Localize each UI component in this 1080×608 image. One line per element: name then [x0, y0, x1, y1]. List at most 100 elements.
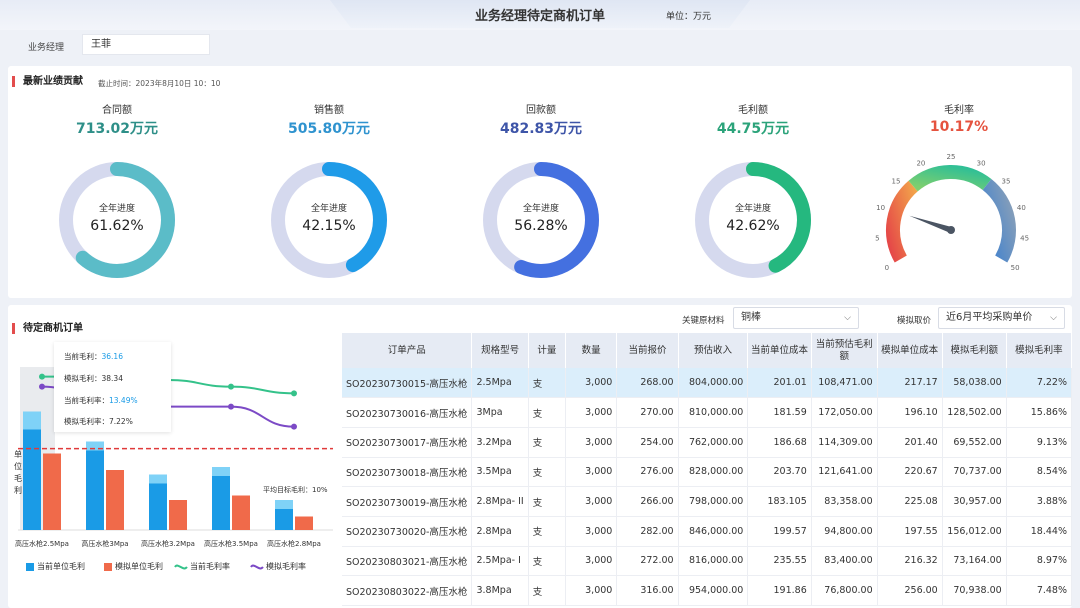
table-cell: 73,164.00 [942, 546, 1007, 577]
gauge-band [908, 165, 992, 192]
table-cell: 7.22% [1006, 368, 1073, 399]
chart-legend: 当前单位毛利 模拟单位毛利 当前毛利率 模拟毛利率 [22, 561, 342, 575]
table-cell: 2.8Mpa- II [471, 486, 529, 517]
donut-caption: 全年进度 [734, 204, 771, 214]
table-cell: 支 [528, 368, 566, 399]
table-header-row: 订单产品 规格型号 计量 数量 当前报价 预估收入 当前单位成本 当前预估毛利额… [342, 333, 1073, 368]
kpi-value: 505.80万元 [287, 121, 371, 137]
table-row[interactable]: SO20230730016-高压水枪 3Mpa 支 3,000 270.00 810,00… [342, 397, 1073, 428]
rate-point[interactable] [291, 390, 297, 397]
rate-point[interactable] [39, 373, 45, 380]
table-cell: 128,502.00 [942, 397, 1007, 428]
y-axis-label: 单 [14, 449, 22, 459]
table-cell: SO20230730020-高压水枪 [342, 516, 473, 547]
table-row[interactable]: SO20230730020-高压水枪 2.8Mpa 支 3,000 282.00 846,… [342, 516, 1073, 547]
gauge-needle [909, 215, 952, 233]
table-row[interactable]: SO20230730017-高压水枪 3.2Mpa 支 3,000 254.00 762,… [342, 427, 1073, 458]
y-axis-label: 利 [14, 485, 22, 495]
gauge-tick-label: 10 [876, 204, 885, 212]
table-cell: 3,000 [565, 397, 618, 428]
table-row[interactable]: SO20230730018-高压水枪 3.5Mpa 支 3,000 276.00 828,… [342, 457, 1073, 488]
table-cell: 256.00 [877, 575, 943, 606]
table-cell: 支 [528, 575, 566, 606]
table-cell: 3,000 [565, 546, 618, 577]
tooltip-value: 36.16 [101, 352, 123, 361]
table-cell: 3,000 [565, 516, 618, 547]
column-header[interactable]: 预估收入 [678, 333, 749, 368]
x-tick-label: 高压水枪3Mpa [81, 539, 128, 548]
table-cell: 94,800.00 [811, 516, 878, 547]
table-cell: 108,471.00 [811, 368, 878, 399]
column-header[interactable]: 计量 [528, 333, 566, 368]
bar-current-unit-margin[interactable] [149, 483, 167, 531]
table-row[interactable]: SO20230730019-高压水枪 2.8Mpa- II 支 3,000 266.00… [342, 486, 1073, 517]
table-cell: 2.8Mpa [471, 516, 529, 547]
table-cell: SO20230730018-高压水枪 [342, 457, 473, 488]
cutoff-time: 截止时间：2023年8月10日 10：10 [98, 79, 221, 88]
table-cell: 70,938.00 [942, 575, 1007, 606]
column-header[interactable]: 规格型号 [471, 333, 529, 368]
table-cell: 804,000.00 [678, 368, 749, 399]
bar-current-unit-margin[interactable] [86, 450, 104, 531]
column-header[interactable]: 当前预估毛利额 [811, 333, 878, 368]
bar-overlay[interactable] [275, 500, 293, 509]
legend-line-icon [250, 564, 264, 570]
bar-simulated-unit-margin[interactable] [232, 495, 250, 531]
rate-point[interactable] [291, 423, 297, 430]
table-cell: 15.86% [1006, 397, 1073, 428]
bar-overlay[interactable] [149, 474, 167, 484]
donut-caption: 全年进度 [522, 204, 559, 214]
table-cell: 支 [528, 427, 566, 458]
bar-simulated-unit-margin[interactable] [295, 516, 313, 531]
price-select[interactable]: 近6月平均采购单价 ⌵ [938, 307, 1065, 329]
chevron-down-icon: ⌵ [844, 313, 851, 323]
gauge-tick-label: 40 [1017, 204, 1026, 212]
performance-title: 最新业绩贡献 [12, 76, 83, 87]
bar-current-unit-margin[interactable] [23, 429, 41, 531]
legend-item[interactable]: 模拟单位毛利 [115, 561, 163, 572]
rate-point[interactable] [39, 383, 45, 390]
bar-simulated-unit-margin[interactable] [106, 470, 124, 530]
legend-item[interactable]: 模拟毛利率 [266, 561, 306, 572]
column-header[interactable]: 订单产品 [342, 333, 473, 368]
bar-simulated-unit-margin[interactable] [43, 453, 61, 531]
manager-select[interactable]: 王菲 [82, 34, 210, 55]
column-header[interactable]: 模拟毛利额 [942, 333, 1007, 368]
x-tick-label: 高压水枪3.2Mpa [141, 539, 195, 548]
kpi-value: 44.75万元 [716, 121, 790, 137]
tooltip-label: 当前毛利率： [64, 396, 109, 405]
table-cell: 支 [528, 546, 566, 577]
x-tick-label: 高压水枪2.5Mpa [15, 539, 69, 548]
bar-overlay[interactable] [23, 411, 41, 430]
column-header[interactable]: 模拟毛利率 [1006, 333, 1073, 368]
column-header[interactable]: 当前单位成本 [747, 333, 812, 368]
bar-current-unit-margin[interactable] [275, 509, 293, 530]
table-row[interactable]: SO20230730015-高压水枪 2.5Mpa 支 3,000 268.00 804,… [342, 368, 1073, 399]
table-cell: 3Mpa [471, 397, 529, 428]
legend-item[interactable]: 当前毛利率 [190, 561, 230, 572]
material-select[interactable]: 铜棒 ⌵ [733, 307, 859, 329]
bar-current-unit-margin[interactable] [212, 476, 230, 530]
gauge-value: 10.17% [929, 119, 989, 135]
table-row[interactable]: SO20230803022-高压水枪 3.8Mpa 支 3,000 316.00 954,… [342, 575, 1073, 606]
column-header[interactable]: 当前报价 [616, 333, 679, 368]
table-cell: 2.5Mpa- I [471, 546, 529, 577]
table-cell: 225.08 [877, 486, 943, 517]
legend-item[interactable]: 当前单位毛利 [37, 561, 85, 572]
gauge-tick-label: 15 [892, 177, 901, 185]
column-header[interactable]: 模拟单位成本 [877, 333, 943, 368]
column-header[interactable]: 数量 [565, 333, 618, 368]
rate-point[interactable] [228, 383, 234, 390]
table-row[interactable]: SO20230803021-高压水枪 2.5Mpa- I 支 3,000 272.00 8… [342, 546, 1073, 577]
table-cell: 3.2Mpa [471, 427, 529, 458]
bar-overlay[interactable] [212, 467, 230, 476]
bar-simulated-unit-margin[interactable] [169, 500, 187, 530]
table-cell: 183.105 [747, 486, 812, 517]
table-cell: 18.44% [1006, 516, 1073, 547]
kpi-label: 合同额 [102, 105, 132, 116]
table-cell: 3,000 [565, 368, 618, 399]
table-cell: 254.00 [616, 427, 679, 458]
tooltip-value: 13.49% [109, 396, 138, 405]
legend-swatch [104, 563, 112, 571]
rate-point[interactable] [228, 403, 234, 410]
